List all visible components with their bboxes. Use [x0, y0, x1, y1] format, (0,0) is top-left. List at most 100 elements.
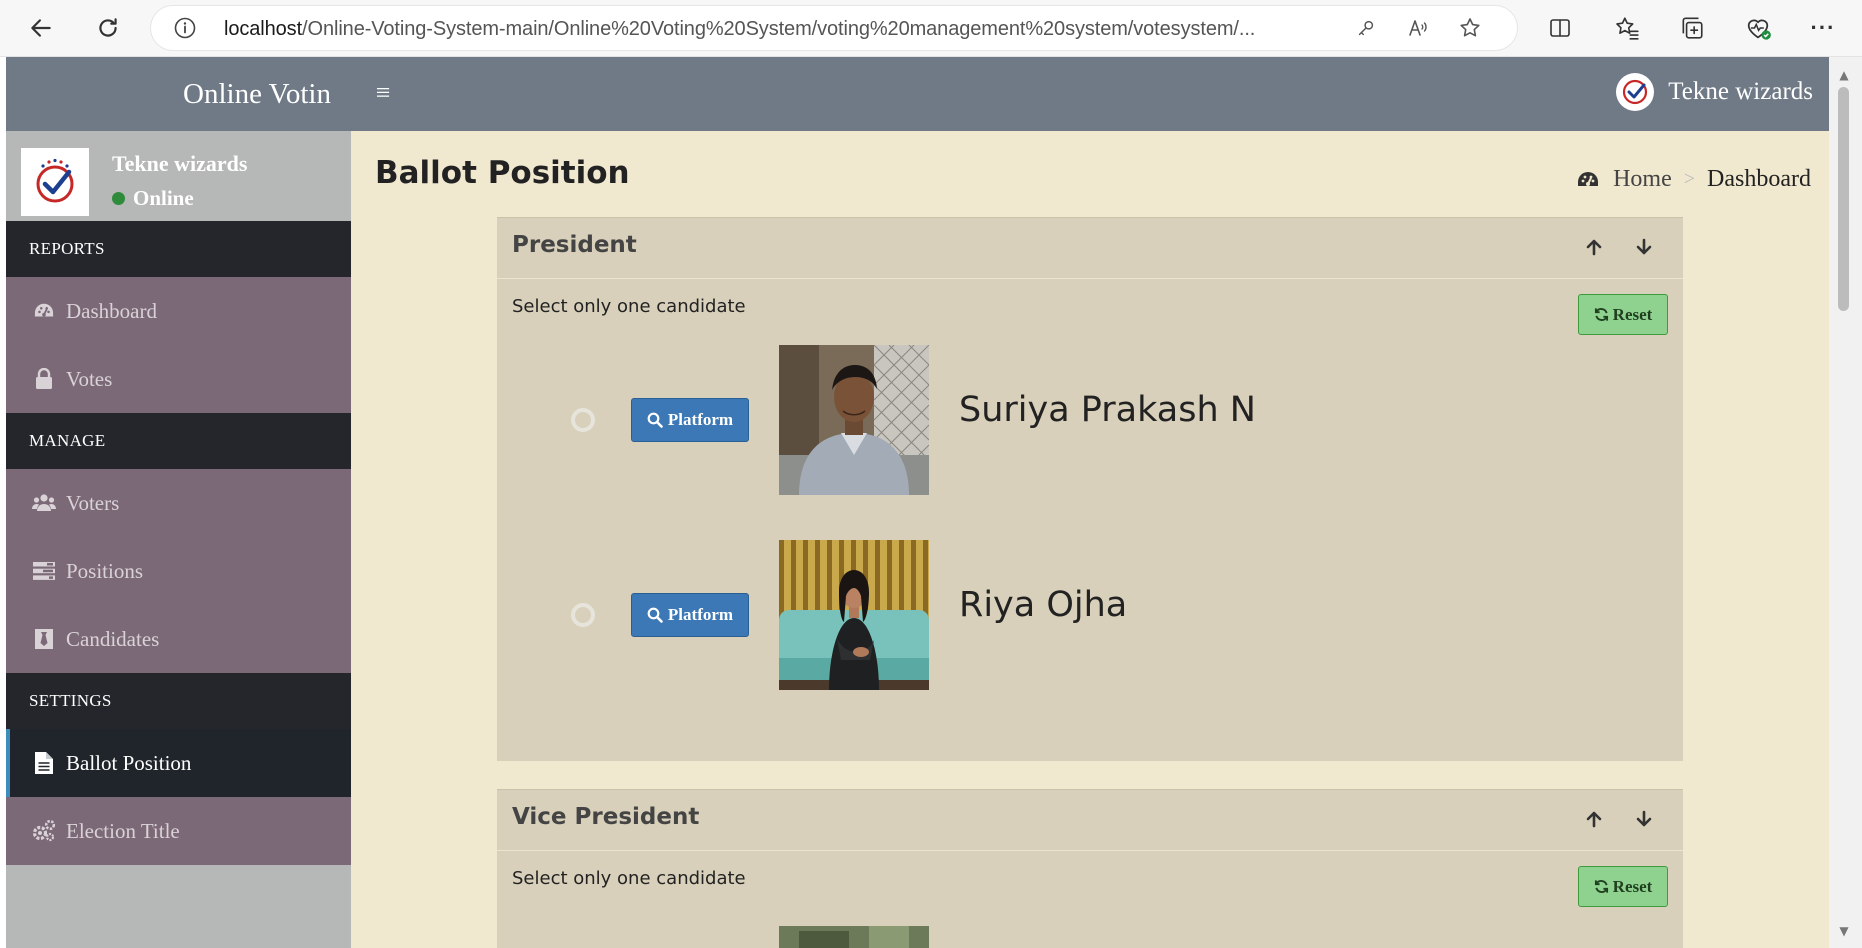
address-bar[interactable]: localhost/Online-Voting-System-main/Onli… — [151, 6, 1517, 50]
sidebar-item-voters[interactable]: Voters — [6, 469, 351, 537]
site-info-icon[interactable] — [173, 16, 197, 40]
lock-icon — [32, 368, 56, 390]
reset-label: Reset — [1612, 304, 1653, 324]
sidebar-item-positions[interactable]: Positions — [6, 537, 351, 605]
scroll-down-arrow-icon[interactable]: ▼ — [1836, 923, 1852, 939]
back-button[interactable] — [24, 11, 58, 45]
selection-instruction: Select only one candidate — [512, 868, 746, 889]
split-screen-icon[interactable] — [1543, 11, 1577, 45]
favorites-icon[interactable] — [1610, 11, 1644, 45]
candidate-radio[interactable] — [571, 408, 595, 432]
refresh-icon — [1594, 308, 1608, 321]
platform-button[interactable]: Platform — [631, 593, 749, 637]
move-down-arrow-icon[interactable] — [1633, 236, 1655, 258]
search-icon — [647, 607, 663, 623]
favorite-star-icon[interactable] — [1458, 16, 1482, 40]
candidate-name: Suriya Prakash N — [959, 390, 1256, 430]
menu-header-settings: SETTINGS — [6, 673, 351, 729]
cogs-icon — [32, 820, 56, 842]
platform-label: Platform — [667, 605, 734, 624]
sidebar-item-election-title[interactable]: Election Title — [6, 797, 351, 865]
vote-check-logo-icon — [1623, 79, 1648, 105]
sidebar-item-label: Voters — [66, 490, 120, 515]
online-status-label: Online — [133, 186, 194, 210]
sidebar-item-candidates[interactable]: Candidates — [6, 605, 351, 673]
avatar — [1616, 73, 1655, 111]
breadcrumb: Home > Dashboard — [1575, 166, 1811, 193]
file-text-icon — [32, 752, 56, 774]
users-icon — [32, 493, 56, 513]
user-panel: Tekne wizards Online — [6, 131, 351, 221]
move-up-arrow-icon[interactable] — [1583, 236, 1605, 258]
online-status: Online — [112, 186, 194, 211]
read-aloud-icon[interactable] — [1406, 16, 1430, 40]
platform-button[interactable]: Platform — [631, 398, 749, 442]
candidate-photo — [779, 345, 929, 495]
refresh-icon — [1594, 880, 1608, 893]
breadcrumb-current: Dashboard — [1707, 166, 1811, 192]
candidate-photo — [779, 926, 929, 948]
collections-icon[interactable] — [1675, 11, 1709, 45]
logo-text: Online Votin — [183, 77, 331, 110]
reset-label: Reset — [1612, 876, 1653, 896]
scrollbar-thumb[interactable] — [1838, 87, 1849, 311]
search-icon — [647, 412, 663, 428]
breadcrumb-home-link[interactable]: Home — [1613, 166, 1672, 193]
key-icon[interactable] — [1354, 16, 1378, 40]
sidebar-item-ballot-position[interactable]: Ballot Position — [6, 729, 351, 797]
page-title: Ballot Position — [375, 155, 630, 191]
sidebar-item-label: Candidates — [66, 626, 160, 651]
black-tie-icon — [32, 629, 56, 649]
page-scrollbar[interactable]: ▲ ▼ — [1829, 57, 1862, 948]
sidebar-item-label: Dashboard — [66, 298, 157, 323]
sidebar-user-name: Tekne wizards — [112, 151, 248, 176]
candidate-photo — [779, 540, 929, 690]
sidebar-item-label: Positions — [66, 558, 144, 583]
online-dot-icon — [112, 192, 125, 205]
reset-button[interactable]: Reset — [1578, 294, 1668, 335]
sidebar-item-label: Votes — [66, 366, 113, 391]
candidate-name: Riya Ojha — [959, 585, 1128, 625]
top-user-name: Tekne wizards — [1668, 78, 1813, 105]
menu-header-reports: REPORTS — [6, 221, 351, 277]
more-options-icon[interactable]: ··· — [1806, 11, 1840, 45]
scroll-up-arrow-icon[interactable]: ▲ — [1836, 67, 1852, 83]
move-down-arrow-icon[interactable] — [1633, 808, 1655, 830]
url-host: localhost — [224, 18, 303, 40]
dashboard-icon — [32, 301, 56, 321]
box-header: Vice President — [497, 790, 1683, 851]
menu-header-manage: MANAGE — [6, 413, 351, 469]
top-navbar: Online Votin ≡ Tekne wizards — [6, 57, 1829, 131]
position-title: Vice President — [512, 804, 700, 830]
brand-logo[interactable]: Online Votin — [6, 57, 351, 131]
sidebar-item-label: Ballot Position — [66, 750, 192, 775]
selection-instruction: Select only one candidate — [512, 296, 746, 317]
main-content: Ballot Position Home > Dashboard Preside… — [351, 131, 1829, 948]
user-avatar — [21, 148, 89, 216]
move-up-arrow-icon[interactable] — [1583, 808, 1605, 830]
refresh-button[interactable] — [91, 11, 125, 45]
position-title: President — [512, 232, 637, 258]
candidate-row: Platform — [497, 540, 1683, 690]
candidate-radio[interactable] — [571, 603, 595, 627]
box-header: President — [497, 218, 1683, 279]
position-box-vice-president: Vice President Select only one candidate… — [497, 789, 1683, 948]
sidebar-toggle-icon[interactable]: ≡ — [371, 80, 395, 106]
sidebar-item-votes[interactable]: Votes — [6, 345, 351, 413]
refresh-icon — [99, 18, 117, 37]
user-menu[interactable]: Tekne wizards — [1616, 73, 1813, 111]
tasks-icon — [32, 562, 56, 580]
vote-check-logo-icon — [36, 158, 74, 203]
sidebar-item-dashboard[interactable]: Dashboard — [6, 277, 351, 345]
url-text[interactable]: localhost/Online-Voting-System-main/Onli… — [224, 18, 1255, 41]
sidebar: Tekne wizards Online REPORTS Dashboard V… — [6, 131, 351, 948]
position-box-president: President Select only one candidate Rese… — [497, 217, 1683, 761]
candidate-row: Platform — [497, 345, 1683, 495]
health-heart-icon[interactable] — [1741, 11, 1775, 45]
platform-label: Platform — [667, 410, 734, 429]
breadcrumb-separator: > — [1683, 168, 1696, 190]
url-path: /Online-Voting-System-main/Online%20Voti… — [302, 18, 1256, 40]
dashboard-icon — [1575, 169, 1601, 191]
reset-button[interactable]: Reset — [1578, 866, 1668, 907]
app-window: Online Votin ≡ Tekne wizards Tekne wizar… — [6, 57, 1829, 948]
